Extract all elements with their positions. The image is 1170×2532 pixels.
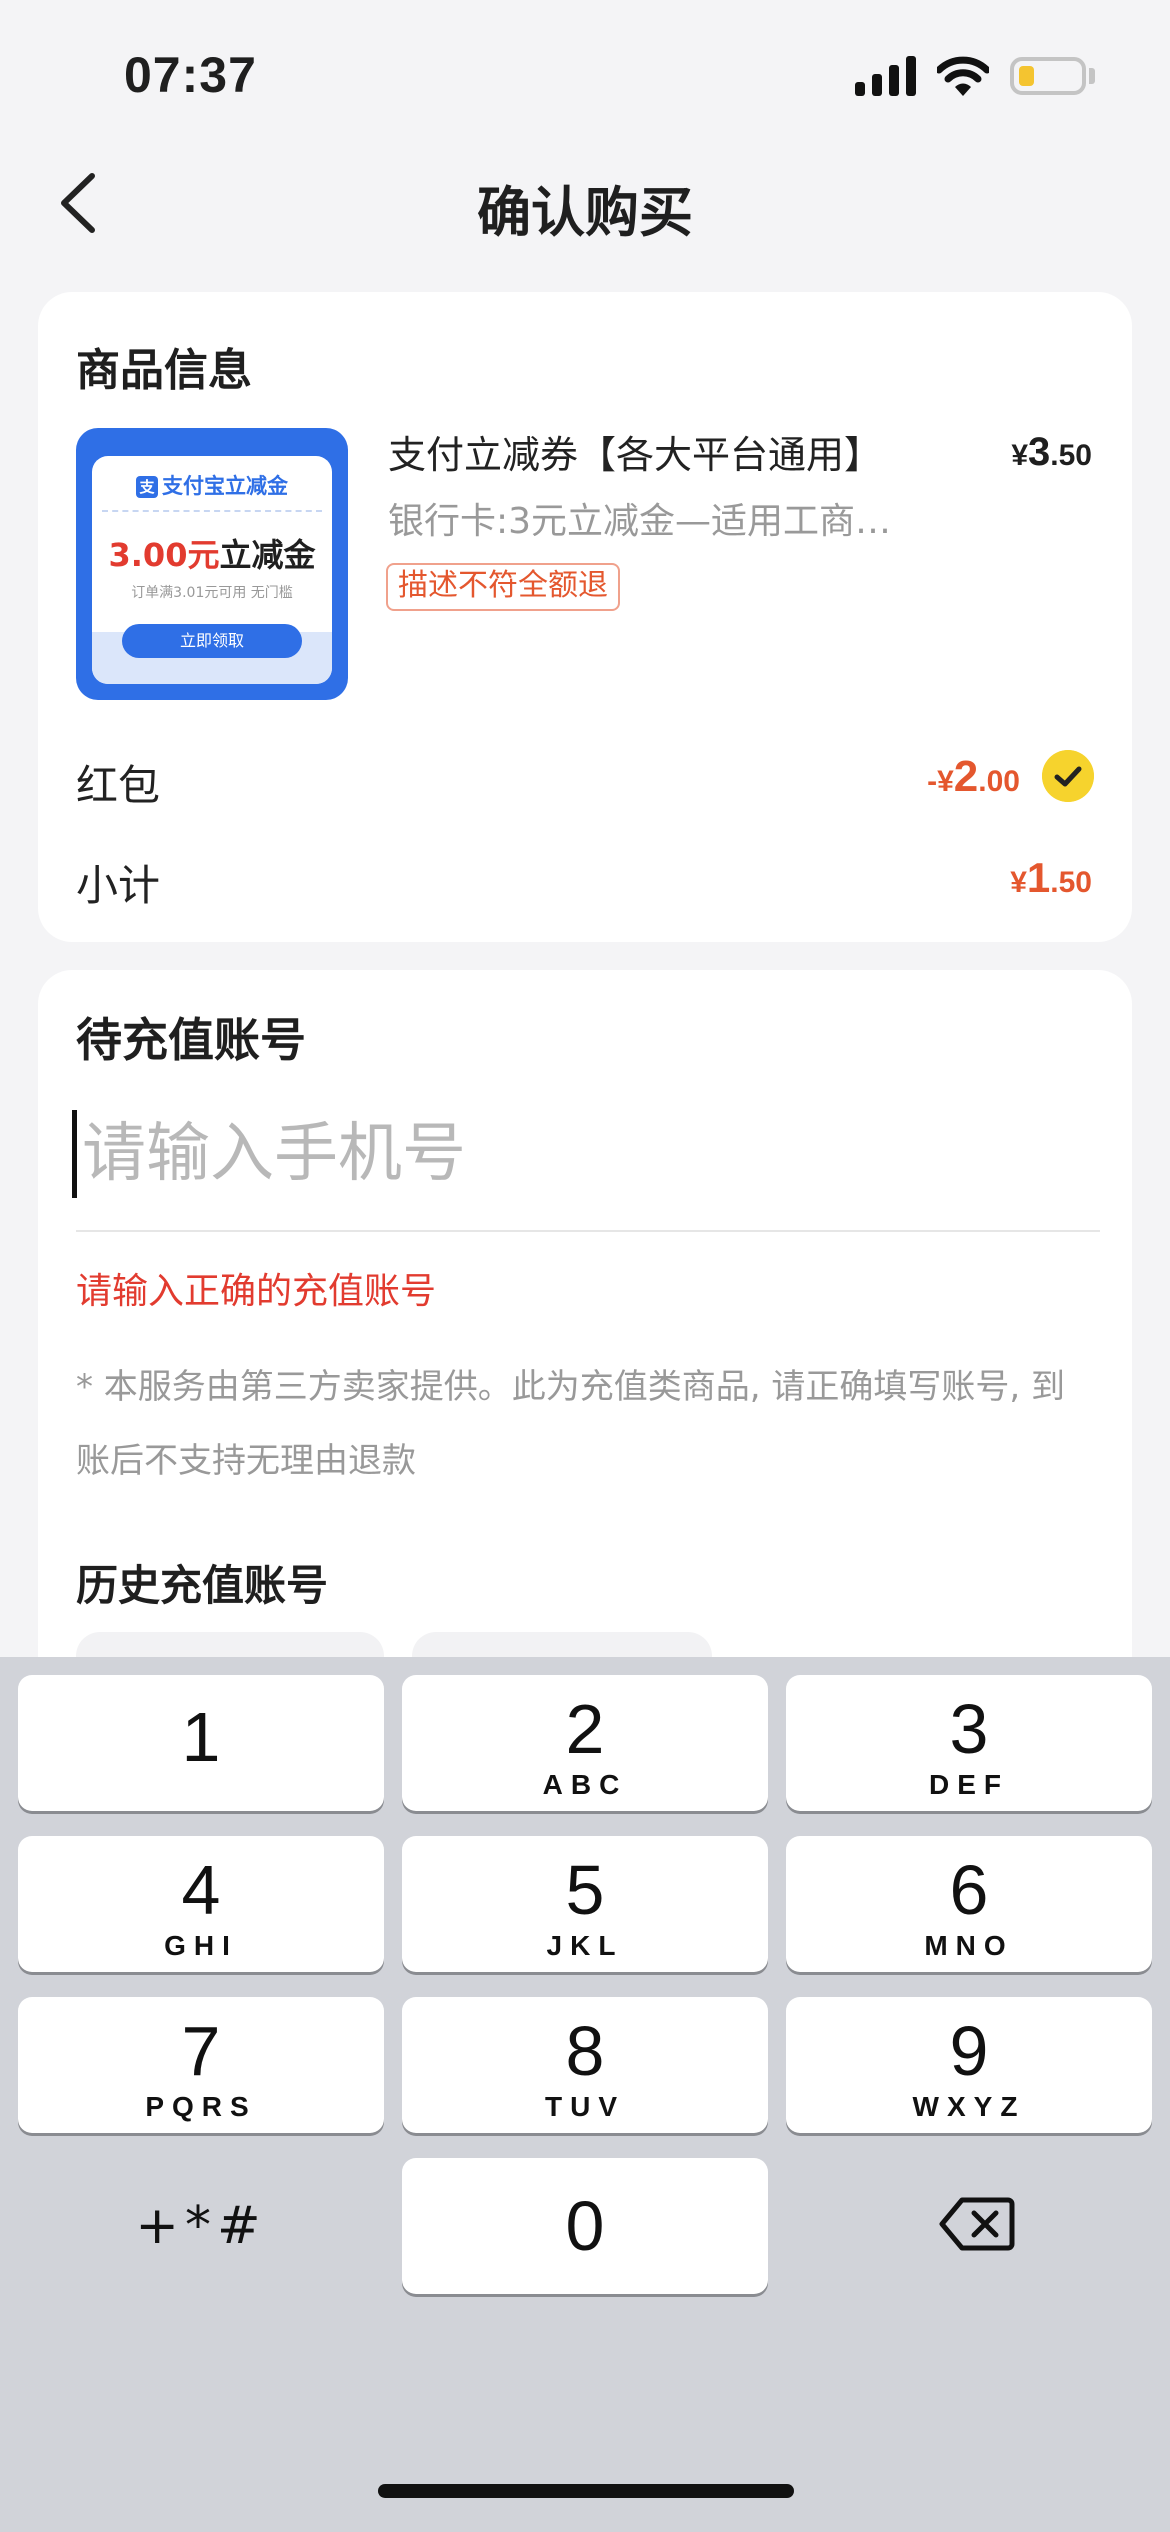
history-section-title: 历史充值账号 [76,1561,329,1610]
key-1[interactable]: 1 [18,1675,384,1811]
home-indicator[interactable] [378,2484,794,2498]
product-thumbnail[interactable]: 支支付宝立减金 3.00元立减金 订单满3.01元可用 无门槛 立即领取 [76,428,348,700]
product-title: 支付立减券【各大平台通用】 [388,433,883,477]
refund-guarantee-tag: 描述不符全额退 [386,563,620,611]
battery-icon [1010,57,1086,95]
subtotal-label: 小计 [76,861,161,910]
product-section-title: 商品信息 [76,345,252,396]
subtotal-amount: ¥1.50 [1010,854,1092,901]
key-9[interactable]: 9 WXYZ [786,1997,1152,2133]
red-packet-amount: -¥2.00 [927,752,1020,801]
wifi-icon [937,56,989,96]
text-caret [72,1110,77,1198]
thumbnail-amount: 3.00元立减金 [108,536,316,574]
thumbnail-header: 支支付宝立减金 [92,470,332,500]
key-3[interactable]: 3 DEF [786,1675,1152,1811]
recharge-section-title: 待充值账号 [76,1013,306,1067]
key-5[interactable]: 5 JKL [402,1836,768,1972]
product-price: ¥3.50 [1011,430,1092,474]
service-note: * 本服务由第三方卖家提供。此为充值类商品, 请正确填写账号, 到账后不支持无理… [76,1367,1066,1481]
thumbnail-claim-button: 立即领取 [122,624,302,658]
key-0[interactable]: 0 [402,2158,768,2294]
phone-input-wrapper [76,1104,1106,1232]
red-packet-label: 红包 [76,761,161,810]
key-8[interactable]: 8 TUV [402,1997,768,2133]
key-symbols[interactable]: +*# [18,2158,384,2294]
key-7[interactable]: 7 PQRS [18,1997,384,2133]
numeric-keyboard: 1 2 ABC 3 DEF 4 GHI 5 JKL 6 MNO 7 PQRS 8 TUV 9W… [0,1657,1170,2532]
product-description: 银行卡:3元立减金—适用工商… [388,501,892,542]
status-time: 07:37 [124,47,257,103]
backspace-icon[interactable] [938,2196,1016,2252]
key-6[interactable]: 6 MNO [786,1836,1152,1972]
red-packet-check-icon[interactable] [1042,750,1094,802]
alipay-logo-icon: 支 [136,476,158,498]
phone-input[interactable] [76,1104,1106,1204]
key-2[interactable]: 2 ABC [402,1675,768,1811]
page-title: 确认购买 [477,181,693,244]
battery-nub [1089,68,1095,84]
thumbnail-condition: 订单满3.01元可用 无门槛 [131,585,293,601]
key-4[interactable]: 4 GHI [18,1836,384,1972]
account-error-message: 请输入正确的充值账号 [76,1271,437,1312]
cellular-signal-icon [855,56,916,96]
